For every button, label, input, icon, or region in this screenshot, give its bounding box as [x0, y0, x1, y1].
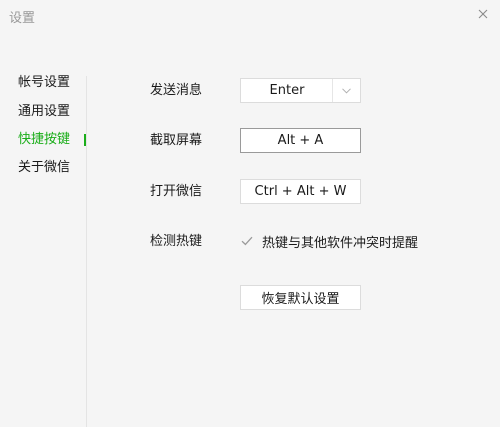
- detect-hotkeys-label: 检测热键: [150, 234, 203, 249]
- send-message-dropdown-button[interactable]: [332, 79, 360, 102]
- sidebar-item-shortcuts[interactable]: 快捷按键: [18, 129, 86, 151]
- send-message-select[interactable]: Enter: [240, 78, 361, 103]
- sidebar-item-account[interactable]: 帐号设置: [18, 72, 86, 94]
- restore-defaults-button[interactable]: 恢复默认设置: [240, 285, 361, 310]
- sidebar-item-about[interactable]: 关于微信: [18, 157, 86, 179]
- send-message-value: Enter: [269, 83, 305, 98]
- open-wechat-hotkey-field[interactable]: Ctrl + Alt + W: [240, 179, 361, 204]
- checkbox-box[interactable]: [240, 234, 254, 248]
- screenshot-label: 截取屏幕: [150, 133, 203, 148]
- title-bar: 设置: [0, 0, 500, 34]
- checkmark-icon: [241, 236, 253, 246]
- window-title: 设置: [9, 11, 36, 26]
- close-button[interactable]: [466, 0, 500, 28]
- chevron-down-icon: [342, 87, 351, 94]
- sidebar-divider: [86, 76, 87, 427]
- hotkey-conflict-checkbox[interactable]: 热键与其他软件冲突时提醒: [240, 231, 418, 251]
- open-wechat-label: 打开微信: [150, 184, 203, 199]
- send-message-label: 发送消息: [150, 83, 203, 98]
- hotkey-conflict-label: 热键与其他软件冲突时提醒: [262, 235, 419, 251]
- sidebar-item-general[interactable]: 通用设置: [18, 101, 86, 123]
- settings-window: 设置 帐号设置 通用设置 快捷按键 关于微信 发送消息 Enter 截取屏幕 A…: [0, 0, 500, 427]
- close-icon: [478, 9, 488, 19]
- screenshot-hotkey-field[interactable]: Alt + A: [240, 128, 361, 153]
